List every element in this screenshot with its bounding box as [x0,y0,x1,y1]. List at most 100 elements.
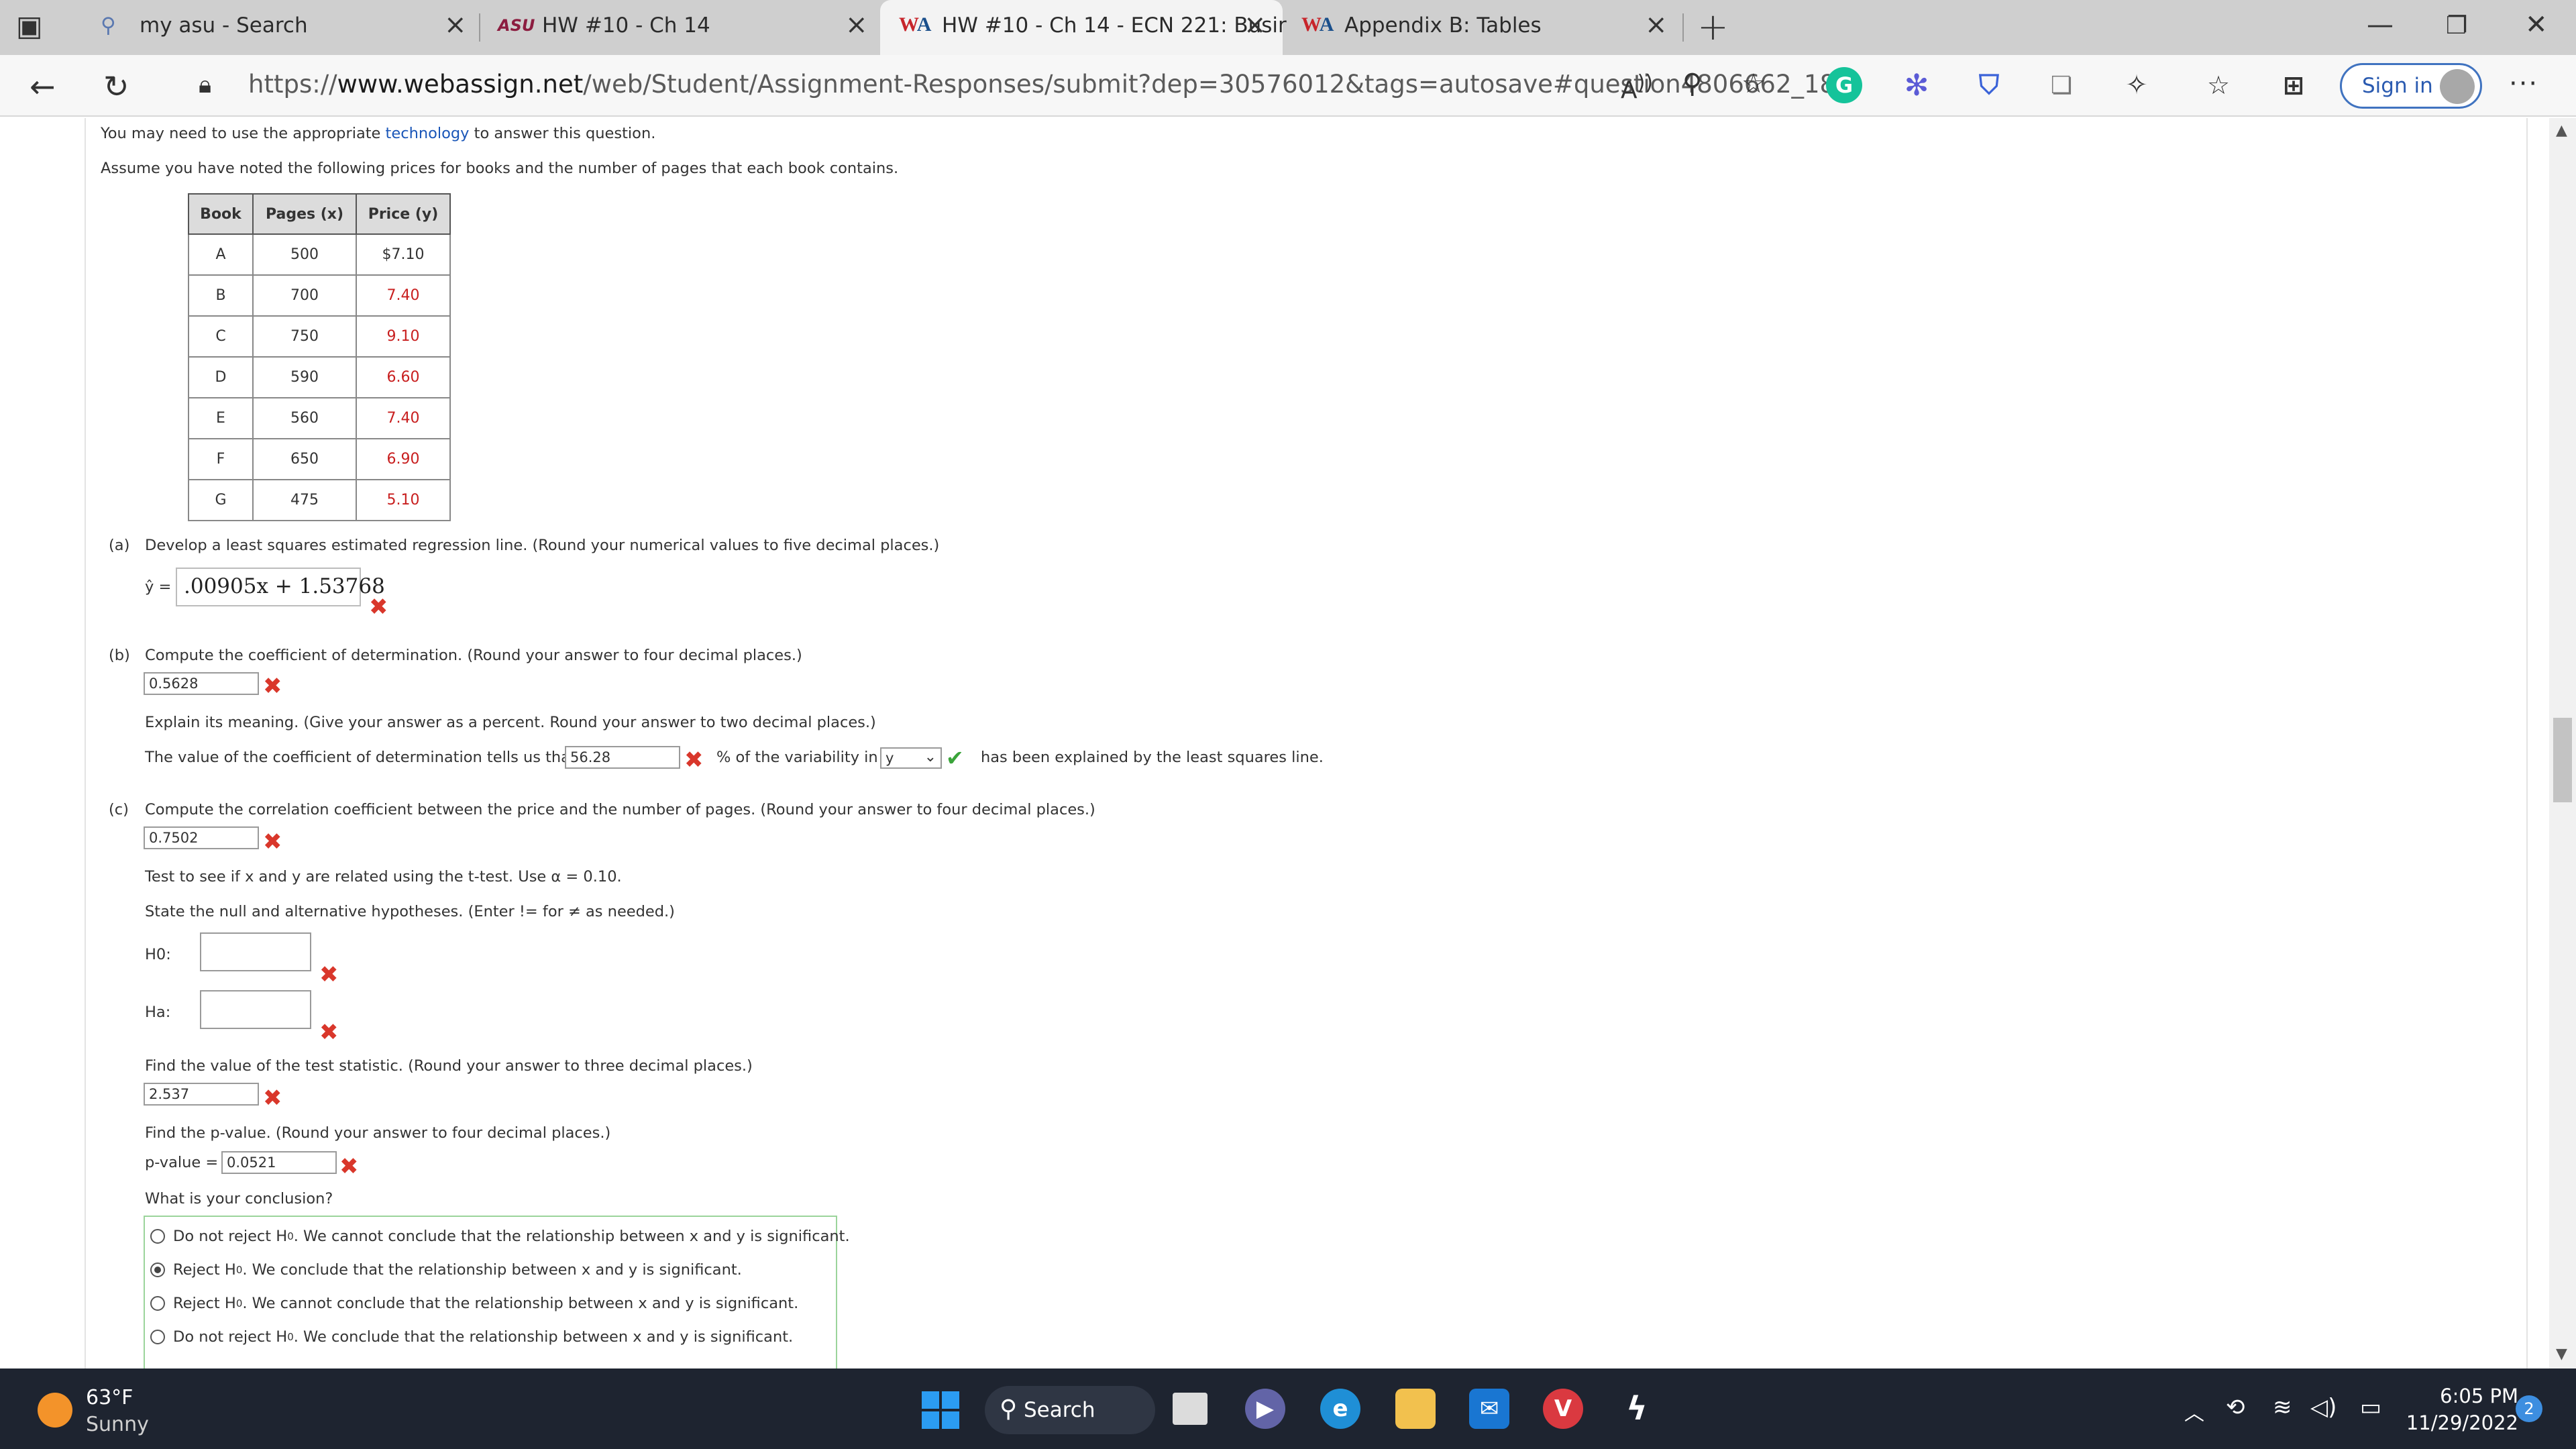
read-aloud-icon[interactable]: A)) [1621,71,1653,104]
windows-taskbar: 63°F Sunny ⚲ Search ▶ e ✉ V ϟ ︿ ⟲ ≋ ◁) ▭… [0,1368,2576,1449]
battery-icon[interactable]: ▭ [2360,1394,2381,1421]
sun-icon[interactable] [38,1393,72,1428]
determination-sentence-mid: % of the variability in [716,749,878,766]
tray-app-icon[interactable]: ⟲ [2226,1394,2245,1421]
clock-date[interactable]: 11/29/2022 [2398,1411,2518,1434]
coefficient-of-determination-input[interactable]: 0.5628 [144,672,259,695]
ha-label: Ha: [145,1004,171,1021]
table-row: B 700 7.40 [188,274,451,317]
scroll-thumb[interactable] [2553,718,2572,802]
taskbar-search-button[interactable]: ⚲ Search [985,1386,1155,1434]
null-hypothesis-input[interactable] [200,932,311,971]
conclusion-option[interactable]: Do not reject H0. We conclude that the r… [150,1326,793,1348]
file-explorer-icon[interactable] [1395,1389,1436,1429]
close-icon[interactable]: × [1244,9,1267,40]
shield-extension-icon[interactable]: ⛉ [1971,67,2007,103]
zoom-icon[interactable]: ⚲ [1682,68,1702,99]
test-statistic-input[interactable]: 2.537 [144,1083,259,1106]
conclusion-option[interactable]: Do not reject H0. We cannot conclude tha… [150,1225,850,1248]
weather-condition[interactable]: Sunny [86,1413,149,1436]
tab-actions-icon[interactable]: ▣ [16,9,43,42]
back-arrow-icon[interactable]: ← [30,68,56,105]
extensions-puzzle-icon[interactable]: ✧ [2118,67,2155,103]
minimize-icon[interactable]: — [2367,9,2394,40]
table-row: E 560 7.40 [188,397,451,439]
tab-title: Appendix B: Tables [1344,13,1542,38]
conclusion-option[interactable]: Reject H0. We cannot conclude that the r… [150,1292,798,1315]
tab-manager-extension-icon[interactable]: ❏ [2043,67,2080,103]
teams-chat-icon[interactable]: ▶ [1245,1389,1285,1429]
weather-temperature[interactable]: 63°F [86,1386,133,1409]
expressvpn-icon[interactable]: V [1543,1389,1583,1429]
alternative-hypothesis-input[interactable] [200,990,311,1029]
favorites-list-icon[interactable]: ☆ [2200,67,2237,103]
tab-search[interactable]: ⚲ my asu - Search × [80,0,483,55]
correlation-coefficient-input[interactable]: 0.7502 [144,826,259,849]
variable-select[interactable]: y ⌄ [880,747,942,769]
clock-time[interactable]: 6:05 PM [2424,1385,2518,1407]
option-lead: Reject H [173,1295,236,1312]
new-tab-icon[interactable]: + [1697,5,1729,49]
search-icon: ⚲ [1000,1395,1018,1423]
address-bar[interactable]: https://www.webassign.net/web/Student/As… [248,70,1835,99]
scroll-up-icon[interactable]: ▲ [2556,122,2567,139]
notification-badge[interactable]: 2 [2516,1395,2542,1422]
volume-icon[interactable]: ◁) [2310,1394,2337,1421]
grammarly-extension-icon[interactable]: G [1826,67,1862,103]
conclusion-prompt: What is your conclusion? [145,1190,333,1208]
scroll-down-icon[interactable]: ▼ [2556,1346,2567,1362]
cell-book: A [188,233,254,276]
task-view-icon[interactable] [1173,1393,1208,1425]
snowflake-extension-icon[interactable]: ✻ [1898,67,1935,103]
p-value-prompt: Find the p-value. (Round your answer to … [145,1124,611,1142]
mail-icon[interactable]: ✉ [1469,1389,1509,1429]
lock-icon[interactable]: 🔒︎ [199,71,211,99]
add-favorite-icon[interactable]: ☆ [1741,68,1766,99]
determination-sentence-start: The value of the coefficient of determin… [145,749,576,766]
regression-equation-input[interactable]: .00905x + 1.53768 [176,568,385,606]
cell-price: 9.10 [356,315,451,358]
cell-book: B [188,274,254,317]
variability-percent-input[interactable]: 56.28 [565,746,680,769]
incorrect-icon: ✖ [319,961,339,988]
close-icon[interactable]: × [444,9,467,40]
url-scheme: https:// [248,70,337,99]
conclusion-options: Do not reject H0. We cannot conclude tha… [144,1216,850,1368]
collections-icon[interactable]: ⊞ [2275,67,2312,103]
sign-in-button[interactable]: Sign in [2340,63,2482,109]
close-icon[interactable]: × [845,9,868,40]
sign-in-label: Sign in [2362,74,2433,98]
page-content: You may need to use the appropriate tech… [0,118,2549,1368]
close-icon[interactable]: × [1645,9,1668,40]
url-host: www.webassign.net [337,70,584,99]
restore-icon[interactable]: ❐ [2446,12,2467,40]
page-scrollbar[interactable]: ▲ ▼ [2549,118,2576,1368]
close-window-icon[interactable]: ✕ [2525,9,2548,40]
technology-link[interactable]: technology [386,125,470,142]
incorrect-icon: ✖ [263,673,282,700]
radio-button[interactable] [150,1229,165,1244]
cell-pages: 700 [252,274,357,317]
tab-webassign-hw[interactable]: WA HW #10 - Ch 14 - ECN 221: Busir × [880,0,1287,55]
show-hidden-icons-icon[interactable]: ︿ [2184,1397,2204,1426]
radio-button[interactable] [150,1296,165,1311]
cell-pages: 750 [252,315,357,358]
p-value-input[interactable]: 0.0521 [221,1151,337,1174]
edge-browser-icon[interactable]: e [1320,1389,1360,1429]
more-options-icon[interactable]: ··· [2509,68,2538,99]
table-row: C 750 9.10 [188,315,451,358]
incorrect-icon: ✖ [319,1019,339,1046]
tab-appendix-tables[interactable]: WA Appendix B: Tables × [1283,0,1685,55]
refresh-icon[interactable]: ↻ [103,68,129,105]
note-text: You may need to use the appropriate [101,125,386,142]
lightning-app-icon[interactable]: ϟ [1617,1389,1657,1429]
part-b-label: (b) [109,647,130,664]
wifi-icon[interactable]: ≋ [2273,1394,2292,1421]
option-tail: . We cannot conclude that the relationsh… [293,1228,850,1245]
determination-sentence-end: has been explained by the least squares … [981,749,1324,766]
tab-asu-hw[interactable]: ASU HW #10 - Ch 14 × [483,0,885,55]
start-menu-icon[interactable] [922,1391,959,1429]
radio-button[interactable] [150,1330,165,1344]
conclusion-option[interactable]: Reject H0. We conclude that the relation… [150,1258,742,1281]
radio-button-selected[interactable] [150,1263,165,1277]
